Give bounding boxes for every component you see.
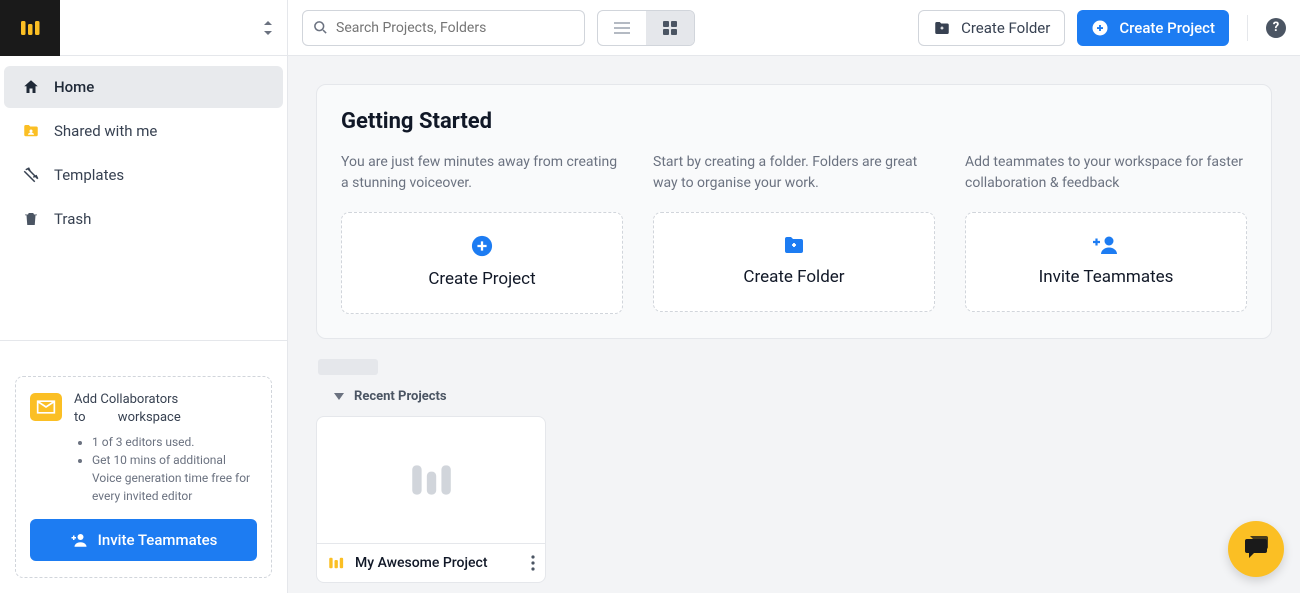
project-title: My Awesome Project <box>355 555 521 571</box>
grid-view-button[interactable] <box>646 11 694 45</box>
sidebar-item-templates[interactable]: Templates <box>4 154 283 196</box>
search-input-wrapper[interactable] <box>302 10 585 46</box>
gs-column-project: You are just few minutes away from creat… <box>341 152 623 314</box>
sidebar: Home Shared with me Templates Trash <box>0 0 288 593</box>
invite-button-label: Invite Teammates <box>98 531 218 549</box>
view-toggle <box>597 10 695 46</box>
list-icon <box>614 22 630 34</box>
collaborators-card: Add Collaborators to workspace 1 of 3 ed… <box>15 376 272 578</box>
templates-icon <box>22 166 40 184</box>
create-folder-button[interactable]: Create Folder <box>918 10 1065 46</box>
gs-desc: Start by creating a folder. Folders are … <box>653 152 935 194</box>
help-button[interactable]: ? <box>1266 18 1286 38</box>
sidebar-header <box>0 0 287 56</box>
collab-text: Add Collaborators to workspace 1 of 3 ed… <box>74 391 257 505</box>
collab-bullet: 1 of 3 editors used. <box>92 433 257 451</box>
person-add-icon <box>1093 235 1119 255</box>
grid-icon <box>663 21 677 35</box>
collab-bullet: Get 10 mins of additional Voice generati… <box>92 451 257 505</box>
sidebar-item-home[interactable]: Home <box>4 66 283 108</box>
gs-desc: You are just few minutes away from creat… <box>341 152 623 194</box>
gs-create-folder-card[interactable]: Create Folder <box>653 212 935 312</box>
project-more-button[interactable] <box>531 555 535 571</box>
getting-started-title: Getting Started <box>341 109 1247 134</box>
gs-desc: Add teammates to your workspace for fast… <box>965 152 1247 194</box>
question-mark-icon: ? <box>1273 20 1279 35</box>
folder-add-icon <box>782 235 806 255</box>
folder-add-icon <box>933 20 951 36</box>
mail-icon <box>30 393 62 421</box>
loading-placeholder <box>318 359 378 375</box>
project-card[interactable]: My Awesome Project <box>316 416 546 583</box>
project-thumbnail <box>317 417 545 543</box>
plus-circle-icon <box>471 235 493 257</box>
content: Getting Started You are just few minutes… <box>288 56 1300 593</box>
gs-column-invite: Add teammates to your workspace for fast… <box>965 152 1247 314</box>
create-project-button[interactable]: Create Project <box>1077 10 1229 46</box>
search-icon <box>313 20 328 35</box>
collab-line2-prefix: to <box>74 410 86 425</box>
sidebar-item-label: Home <box>54 78 94 96</box>
trash-icon <box>22 210 40 228</box>
gs-card-label: Create Project <box>428 269 535 289</box>
recent-projects-label: Recent Projects <box>354 389 447 404</box>
gs-column-folder: Start by creating a folder. Folders are … <box>653 152 935 314</box>
app-logo[interactable] <box>0 0 60 56</box>
chat-icon <box>1242 536 1270 562</box>
search-input[interactable] <box>336 20 574 36</box>
sidebar-item-label: Trash <box>54 210 91 228</box>
topbar-divider <box>1247 15 1248 41</box>
collab-line1: Add Collaborators <box>74 392 178 407</box>
sidebar-item-label: Templates <box>54 166 124 184</box>
workspace-selector[interactable] <box>60 19 287 37</box>
shared-folder-icon <box>22 122 40 140</box>
gs-card-label: Invite Teammates <box>1039 267 1174 287</box>
topbar: Create Folder Create Project ? <box>288 0 1300 56</box>
person-add-icon <box>70 533 88 547</box>
gs-invite-teammates-card[interactable]: Invite Teammates <box>965 212 1247 312</box>
murf-logo-icon <box>406 455 456 505</box>
chat-fab[interactable] <box>1228 521 1284 577</box>
chevron-up-down-icon <box>261 19 275 37</box>
sidebar-item-trash[interactable]: Trash <box>4 198 283 240</box>
getting-started-panel: Getting Started You are just few minutes… <box>316 84 1272 339</box>
gs-create-project-card[interactable]: Create Project <box>341 212 623 314</box>
caret-down-icon <box>334 393 344 400</box>
sidebar-item-label: Shared with me <box>54 122 157 140</box>
list-view-button[interactable] <box>598 11 646 45</box>
create-project-label: Create Project <box>1119 19 1215 37</box>
main: Create Folder Create Project ? Getting S… <box>288 0 1300 593</box>
create-folder-label: Create Folder <box>961 19 1050 37</box>
recent-projects-header[interactable]: Recent Projects <box>316 389 1272 404</box>
sidebar-nav: Home Shared with me Templates Trash <box>0 56 287 250</box>
gs-card-label: Create Folder <box>743 267 844 287</box>
collab-line2-suffix: workspace <box>118 410 181 425</box>
home-icon <box>22 78 40 96</box>
murf-logo-icon <box>18 16 42 40</box>
invite-teammates-button[interactable]: Invite Teammates <box>30 519 257 561</box>
more-vertical-icon <box>531 555 535 571</box>
murf-logo-icon <box>327 554 345 572</box>
sidebar-item-shared[interactable]: Shared with me <box>4 110 283 152</box>
plus-circle-icon <box>1091 19 1109 37</box>
